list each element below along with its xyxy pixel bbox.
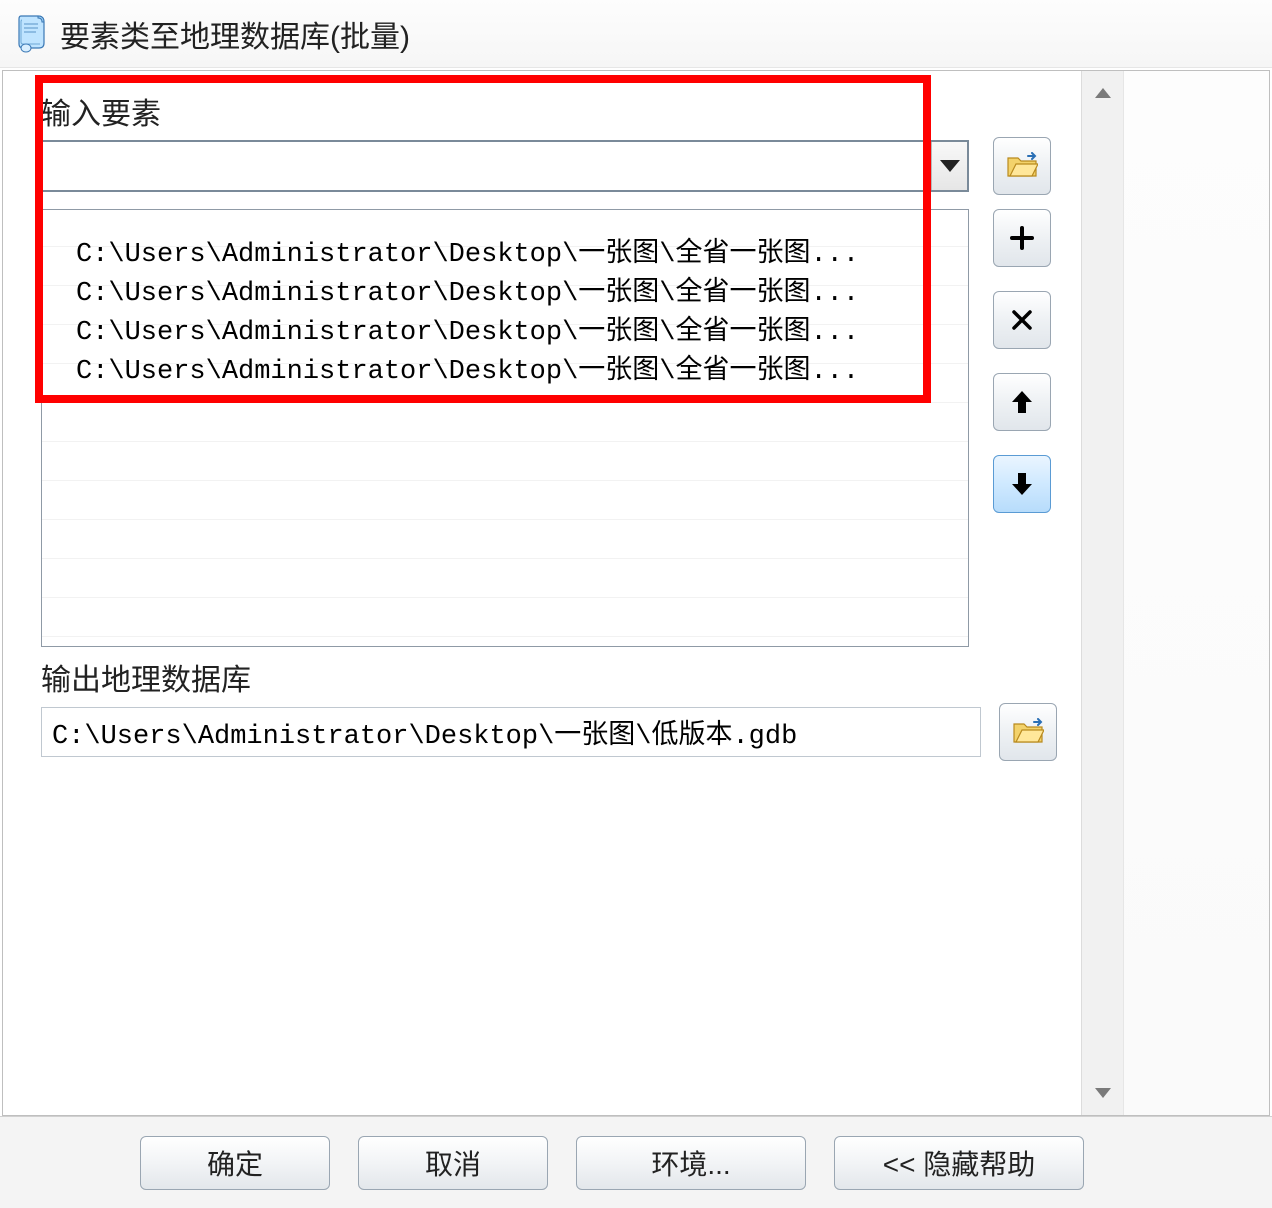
main-panel: 输入要素 — [3, 71, 1081, 1115]
input-features-combo[interactable] — [41, 140, 969, 192]
vertical-scrollbar[interactable] — [1081, 71, 1123, 1115]
remove-button[interactable] — [993, 291, 1051, 349]
content-frame: 输入要素 — [2, 70, 1270, 1116]
cancel-button[interactable]: 取消 — [358, 1136, 548, 1190]
output-section: 输出地理数据库 — [41, 655, 1057, 761]
button-bar: 确定 取消 环境... << 隐藏帮助 — [0, 1116, 1272, 1208]
list-item[interactable]: C:\Users\Administrator\Desktop\一张图\全省一张图… — [76, 236, 958, 275]
window-root: 要素类至地理数据库(批量) 输入要素 — [0, 0, 1272, 1208]
output-row — [41, 703, 1057, 761]
scroll-down-button[interactable] — [1085, 1075, 1121, 1111]
browse-output-button[interactable] — [999, 703, 1057, 761]
input-side-column-top — [993, 137, 1057, 195]
input-combo-row — [41, 137, 1057, 195]
hide-help-button[interactable]: << 隐藏帮助 — [834, 1136, 1084, 1190]
titlebar: 要素类至地理数据库(批量) — [0, 0, 1272, 68]
window-title: 要素类至地理数据库(批量) — [60, 12, 410, 56]
environments-button[interactable]: 环境... — [576, 1136, 806, 1190]
help-panel-gutter — [1123, 71, 1269, 1115]
input-features-text[interactable] — [43, 142, 931, 190]
move-up-button[interactable] — [993, 373, 1051, 431]
list-item[interactable]: C:\Users\Administrator\Desktop\一张图\全省一张图… — [76, 275, 958, 314]
output-gdb-input[interactable] — [41, 707, 981, 757]
input-list-row: C:\Users\Administrator\Desktop\一张图\全省一张图… — [41, 209, 1057, 647]
triangle-down-icon — [940, 160, 960, 172]
dropdown-button[interactable] — [931, 142, 967, 190]
scroll-up-button[interactable] — [1085, 75, 1121, 111]
input-features-listbox[interactable]: C:\Users\Administrator\Desktop\一张图\全省一张图… — [41, 209, 969, 647]
list-item[interactable]: C:\Users\Administrator\Desktop\一张图\全省一张图… — [76, 353, 958, 392]
input-side-column-list — [993, 209, 1057, 513]
listbox-items: C:\Users\Administrator\Desktop\一张图\全省一张图… — [42, 210, 968, 392]
move-down-button[interactable] — [993, 455, 1051, 513]
ok-button[interactable]: 确定 — [140, 1136, 330, 1190]
output-gdb-label: 输出地理数据库 — [41, 655, 1057, 699]
list-item[interactable]: C:\Users\Administrator\Desktop\一张图\全省一张图… — [76, 314, 958, 353]
input-features-label: 输入要素 — [41, 89, 1057, 133]
app-scroll-icon — [14, 14, 50, 54]
browse-input-button[interactable] — [993, 137, 1051, 195]
add-button[interactable] — [993, 209, 1051, 267]
